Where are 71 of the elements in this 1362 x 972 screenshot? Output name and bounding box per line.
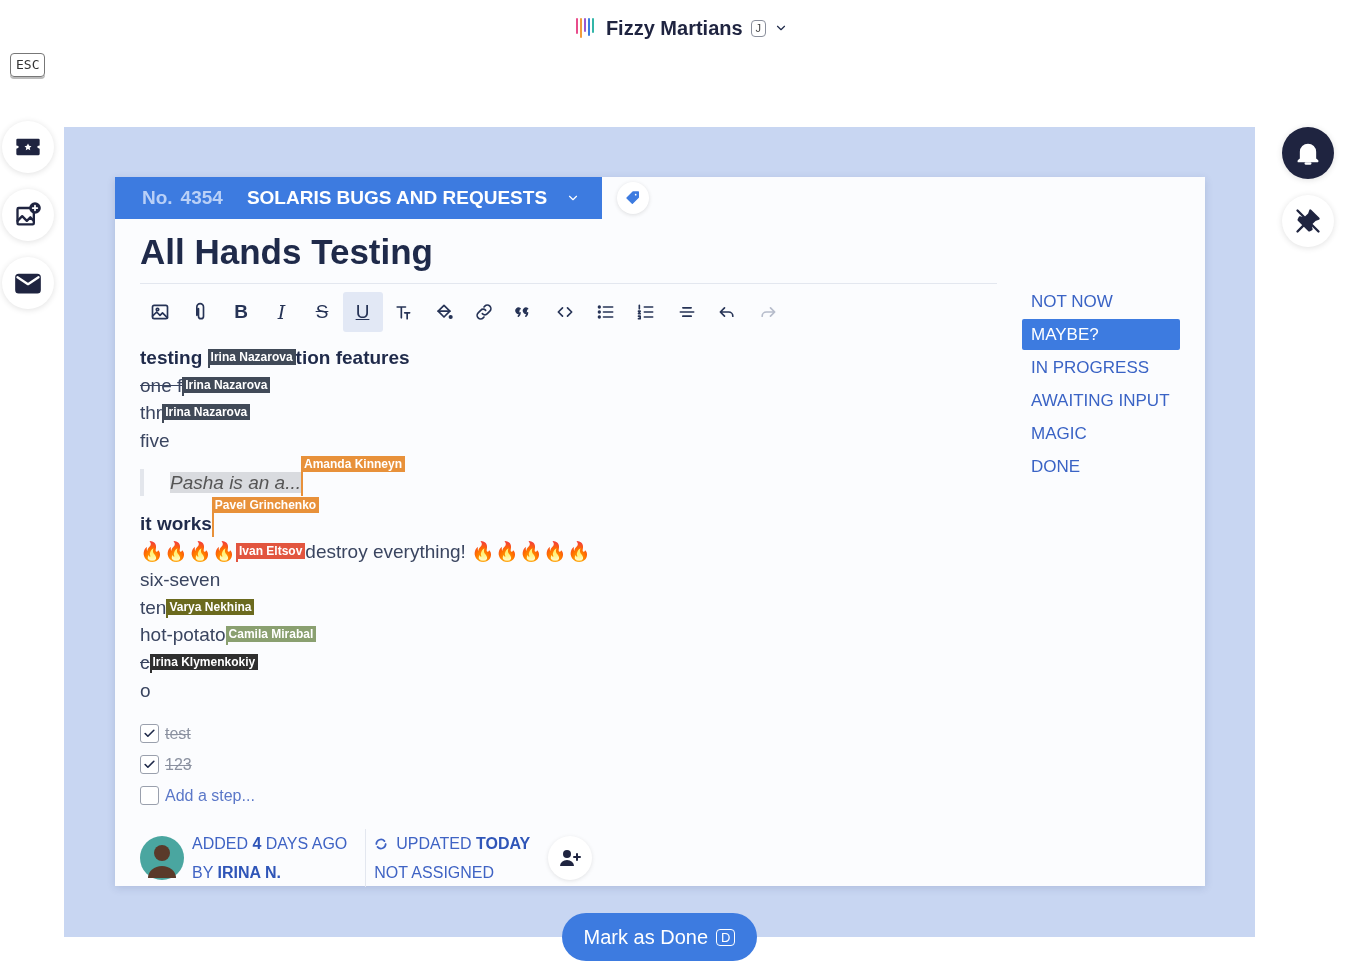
checkbox[interactable] [140, 724, 159, 744]
image-add-button[interactable] [2, 188, 54, 241]
shortcut-key: J [750, 19, 767, 37]
heading-text: it works [140, 513, 212, 535]
text-cursor [225, 642, 228, 646]
toolbar-button[interactable]: B [221, 292, 261, 332]
text-cursor [207, 365, 210, 368]
cursor-label: Pavel Grinchenko [211, 497, 320, 514]
cursor-label: Amanda Kinneyn [300, 455, 405, 472]
text-line: c [140, 651, 150, 673]
cursor-label: Ivan Eltsov [236, 543, 306, 560]
cursor-label: Irina Nazarova [182, 376, 271, 393]
text-cursor [162, 420, 165, 424]
text-line: one f [140, 374, 183, 396]
heading-text: testing [140, 347, 204, 368]
text-cursor [166, 614, 169, 618]
text-line: 🔥🔥🔥🔥 [140, 541, 236, 563]
refresh-icon [374, 836, 389, 851]
toolbar-button[interactable]: I [261, 292, 302, 332]
added-date: ADDED 4 DAYS AGO [192, 834, 348, 855]
workspace-name[interactable]: Fizzy Martians [605, 13, 743, 43]
cursor-label: Irina Klymenkokiy [149, 653, 259, 670]
status-option[interactable]: AWAITING INPUT [1022, 385, 1180, 416]
cursor-label: Irina Nazarova [162, 404, 251, 421]
status-option[interactable]: MAYBE? [1022, 319, 1180, 350]
new-step-field[interactable]: Add a step... [165, 783, 365, 808]
status-option[interactable]: IN PROGRESS [1022, 352, 1180, 383]
step-text: test [165, 723, 191, 744]
toolbar-button[interactable]: U [342, 292, 383, 332]
avatar [140, 836, 184, 881]
board-selector[interactable]: No. 4354 SOLARIS BUGS AND REQUESTS [115, 177, 602, 219]
text-line: thr [140, 402, 163, 424]
cursor-label: Camila Mirabal [225, 626, 317, 643]
checkbox[interactable] [140, 755, 159, 775]
status-option[interactable]: NOT NOW [1022, 286, 1180, 317]
text-line: five [140, 430, 170, 452]
cursor-label: Irina Nazarova [207, 349, 296, 365]
author: BY IRINA N. [192, 863, 282, 884]
updated-date: UPDATED TODAY [396, 834, 531, 855]
pin-slash-icon [1294, 207, 1322, 235]
step-text: 123 [165, 754, 192, 775]
tag-button[interactable] [617, 182, 649, 214]
mark-done-button[interactable]: Mark as Done D [561, 913, 758, 961]
status-option[interactable]: DONE [1022, 451, 1180, 482]
cursor-label: Varya Nekhina [166, 598, 255, 615]
mail-button[interactable] [2, 256, 54, 309]
card-number-label: No. [142, 185, 173, 210]
text-cursor [236, 559, 238, 563]
text-line: hot-potato [140, 624, 226, 646]
checkbox[interactable] [140, 786, 159, 806]
shortcut-key: D [716, 928, 736, 946]
ticket-button[interactable] [2, 120, 54, 173]
text-line: six-seven [140, 568, 221, 590]
text-cursor [149, 669, 152, 673]
text-line: o [140, 679, 151, 701]
text-line: ten [140, 596, 167, 618]
board-name: SOLARIS BUGS AND REQUESTS [246, 185, 549, 210]
status-option[interactable]: MAGIC [1022, 418, 1180, 449]
card-title: All Hands Testing [140, 231, 434, 273]
unpin-button[interactable] [1282, 195, 1334, 247]
card-number: 4354 [180, 185, 223, 210]
assign-button[interactable] [548, 836, 593, 881]
escape-key[interactable]: ESC [10, 53, 46, 77]
text-cursor [182, 392, 185, 396]
text-line: destroy everything! 🔥🔥🔥🔥🔥 [305, 541, 592, 563]
image-plus-icon [14, 200, 42, 229]
tag-icon [625, 190, 641, 206]
assignee: NOT ASSIGNED [374, 863, 496, 884]
notifications-button[interactable] [1282, 127, 1334, 179]
heading-text: tion features [295, 347, 410, 368]
toolbar-button[interactable]: S [302, 292, 342, 332]
